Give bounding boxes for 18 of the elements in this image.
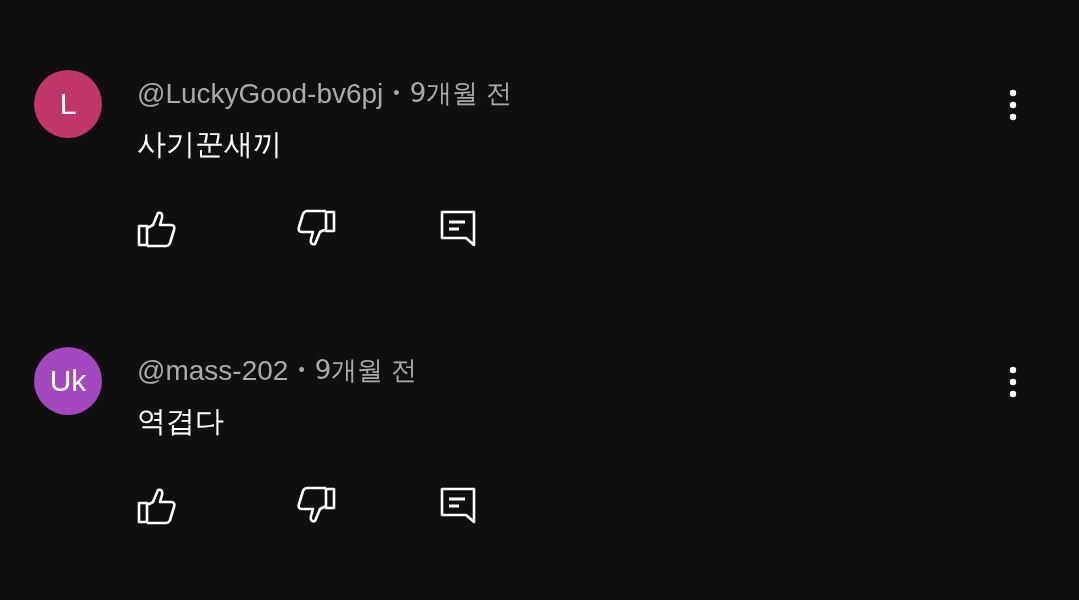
comment-time: 9개월 전	[409, 77, 513, 110]
separator-dot: •	[393, 83, 400, 104]
more-icon[interactable]	[1008, 89, 1018, 121]
avatar[interactable]: L	[34, 70, 102, 138]
comment-time: 9개월 전	[314, 354, 418, 387]
thumbs-up-icon[interactable]	[137, 209, 177, 249]
avatar[interactable]: Uk	[34, 347, 102, 415]
author-name[interactable]: @LuckyGood-bv6pj	[137, 77, 384, 110]
thumbs-down-icon[interactable]	[296, 209, 336, 249]
separator-dot: •	[298, 360, 305, 381]
thumbs-down-icon[interactable]	[296, 486, 336, 526]
comment-text: 사기꾼새끼	[137, 126, 283, 163]
reply-icon[interactable]	[439, 209, 477, 249]
thumbs-up-icon[interactable]	[137, 486, 177, 526]
reply-icon[interactable]	[439, 486, 477, 526]
author-name[interactable]: @mass-202	[137, 354, 289, 387]
more-icon[interactable]	[1008, 366, 1018, 398]
comment-text: 역겹다	[137, 403, 225, 440]
